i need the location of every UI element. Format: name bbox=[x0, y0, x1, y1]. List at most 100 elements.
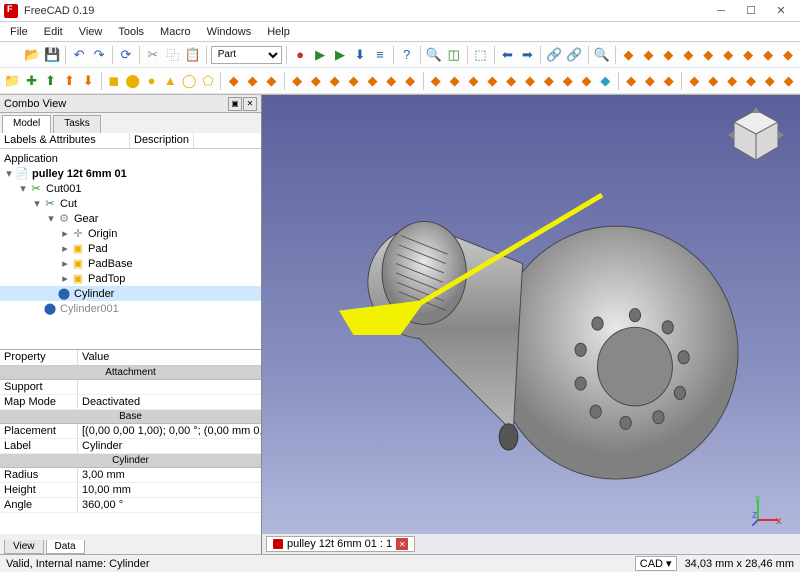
tool-rec[interactable]: ● bbox=[291, 45, 309, 65]
tool-link1[interactable]: 🔗 bbox=[545, 45, 563, 65]
tool-na[interactable]: ⬆ bbox=[42, 71, 59, 91]
tool-b3[interactable]: ◆ bbox=[659, 45, 677, 65]
prop-row-support[interactable]: Support bbox=[0, 380, 261, 395]
prop-value[interactable]: Cylinder bbox=[78, 439, 261, 453]
tool-import[interactable]: ⬇ bbox=[80, 71, 97, 91]
prop-value[interactable]: 3,00 mm bbox=[78, 468, 261, 482]
tool-b6[interactable]: ◆ bbox=[719, 45, 737, 65]
prop-value[interactable] bbox=[78, 380, 261, 394]
tree-node-pad[interactable]: ▸▣Pad bbox=[0, 241, 261, 256]
3d-viewport[interactable]: y x z pulley 12t 6mm 01 : 1 ✕ bbox=[262, 95, 800, 554]
tool-i6[interactable]: ◆ bbox=[780, 71, 797, 91]
tree-node-padbase[interactable]: ▸▣PadBase bbox=[0, 256, 261, 271]
tool-b8[interactable]: ◆ bbox=[759, 45, 777, 65]
tool-f5[interactable]: ◆ bbox=[383, 71, 400, 91]
tool-h1[interactable]: ◆ bbox=[623, 71, 640, 91]
tree-root[interactable]: Application bbox=[0, 151, 261, 166]
tool-copy[interactable]: ⿻ bbox=[164, 45, 182, 65]
tool-b9[interactable]: ◆ bbox=[779, 45, 797, 65]
tool-folder[interactable]: 📁 bbox=[3, 71, 21, 91]
tree-node-cylinder001[interactable]: ⬤Cylinder001 bbox=[0, 301, 261, 316]
tool-whatsthis[interactable]: ? bbox=[398, 45, 416, 65]
prop-row-angle[interactable]: Angle360,00 ° bbox=[0, 498, 261, 513]
tool-s-cyl[interactable]: ⬤ bbox=[124, 71, 141, 91]
tool-b7[interactable]: ◆ bbox=[739, 45, 757, 65]
tool-i2[interactable]: ◆ bbox=[705, 71, 722, 91]
panel-close-button[interactable]: ✕ bbox=[243, 97, 257, 111]
model-tree[interactable]: Application ▾📄pulley 12t 6mm 01▾✂Cut001▾… bbox=[0, 149, 261, 349]
tool-s-prism[interactable]: ⬠ bbox=[200, 71, 217, 91]
tool-f6[interactable]: ◆ bbox=[402, 71, 419, 91]
tool-open[interactable]: 📂 bbox=[23, 45, 41, 65]
tool-c1[interactable]: ◆ bbox=[225, 71, 242, 91]
prop-row-map-mode[interactable]: Map ModeDeactivated bbox=[0, 395, 261, 410]
tool-g1[interactable]: ◆ bbox=[427, 71, 444, 91]
tree-twisty-icon[interactable]: ▾ bbox=[4, 167, 14, 180]
tool-macros[interactable]: ≡ bbox=[371, 45, 389, 65]
tab-tasks[interactable]: Tasks bbox=[53, 115, 101, 133]
menu-help[interactable]: Help bbox=[259, 26, 298, 38]
prop-row-placement[interactable]: Placement[(0,00 0,00 1,00); 0,00 °; (0,0… bbox=[0, 424, 261, 439]
menu-tools[interactable]: Tools bbox=[110, 26, 152, 38]
menu-file[interactable]: File bbox=[2, 26, 36, 38]
document-tab[interactable]: pulley 12t 6mm 01 : 1 ✕ bbox=[266, 536, 415, 552]
tool-g4[interactable]: ◆ bbox=[484, 71, 501, 91]
tree-twisty-icon[interactable]: ▾ bbox=[32, 197, 42, 210]
tool-g3[interactable]: ◆ bbox=[465, 71, 482, 91]
workbench-selector[interactable]: Part bbox=[211, 46, 283, 64]
prop-value[interactable]: 10,00 mm bbox=[78, 483, 261, 497]
nav-style-indicator[interactable]: CAD ▾ bbox=[635, 556, 677, 571]
tool-magnify[interactable]: 🔍 bbox=[425, 45, 443, 65]
tree-node-origin[interactable]: ▸✛Origin bbox=[0, 226, 261, 241]
tree-node-cylinder[interactable]: ⬤Cylinder bbox=[0, 286, 261, 301]
tool-c3[interactable]: ◆ bbox=[263, 71, 280, 91]
maximize-button[interactable]: ☐ bbox=[736, 2, 766, 20]
prop-value[interactable]: [(0,00 0,00 1,00); 0,00 °; (0,00 mm 0,00… bbox=[78, 424, 261, 438]
tool-paste[interactable]: 📋 bbox=[184, 45, 202, 65]
tool-g7[interactable]: ◆ bbox=[540, 71, 557, 91]
tree-node-padtop[interactable]: ▸▣PadTop bbox=[0, 271, 261, 286]
tool-refresh[interactable]: ⟳ bbox=[117, 45, 135, 65]
tool-new2[interactable]: ✚ bbox=[23, 71, 40, 91]
tab-data[interactable]: Data bbox=[46, 540, 85, 554]
tab-model[interactable]: Model bbox=[2, 115, 51, 133]
tool-cut[interactable]: ✂ bbox=[144, 45, 162, 65]
tool-g9[interactable]: ◆ bbox=[578, 71, 595, 91]
tree-twisty-icon[interactable]: ▾ bbox=[18, 182, 28, 195]
tool-debug[interactable]: ⬇ bbox=[351, 45, 369, 65]
tool-save[interactable]: 💾 bbox=[43, 45, 61, 65]
tool-redo[interactable]: ↷ bbox=[90, 45, 108, 65]
tool-g10[interactable]: ◆ bbox=[597, 71, 614, 91]
close-button[interactable]: ✕ bbox=[766, 2, 796, 20]
tool-l-arrow[interactable]: ⬅ bbox=[498, 45, 516, 65]
tree-twisty-icon[interactable]: ▸ bbox=[60, 272, 70, 285]
tool-c2[interactable]: ◆ bbox=[244, 71, 261, 91]
menu-windows[interactable]: Windows bbox=[199, 26, 260, 38]
tool-f1[interactable]: ◆ bbox=[307, 71, 324, 91]
tool-b1[interactable]: ◆ bbox=[620, 45, 638, 65]
tool-i1[interactable]: ◆ bbox=[686, 71, 703, 91]
document-tab-close-icon[interactable]: ✕ bbox=[396, 538, 408, 550]
panel-float-button[interactable]: ▣ bbox=[228, 97, 242, 111]
menu-macro[interactable]: Macro bbox=[152, 26, 199, 38]
tool-i5[interactable]: ◆ bbox=[761, 71, 778, 91]
tool-f3[interactable]: ◆ bbox=[345, 71, 362, 91]
prop-row-radius[interactable]: Radius3,00 mm bbox=[0, 468, 261, 483]
tool-i4[interactable]: ◆ bbox=[743, 71, 760, 91]
tool-stop[interactable]: ▶ bbox=[311, 45, 329, 65]
tool-box[interactable]: ◫ bbox=[445, 45, 463, 65]
tool-g8[interactable]: ◆ bbox=[559, 71, 576, 91]
prop-row-label[interactable]: LabelCylinder bbox=[0, 439, 261, 454]
tool-s-tor[interactable]: ◯ bbox=[181, 71, 198, 91]
tab-view[interactable]: View bbox=[4, 540, 44, 554]
tool-b4[interactable]: ◆ bbox=[679, 45, 697, 65]
tool-play[interactable]: ▶ bbox=[331, 45, 349, 65]
tool-export[interactable]: ⬆ bbox=[61, 71, 78, 91]
tree-twisty-icon[interactable]: ▾ bbox=[46, 212, 56, 225]
tool-h3[interactable]: ◆ bbox=[660, 71, 677, 91]
tree-node-cut[interactable]: ▾✂Cut bbox=[0, 196, 261, 211]
tree-node-cut001[interactable]: ▾✂Cut001 bbox=[0, 181, 261, 196]
tool-f0[interactable]: ◆ bbox=[289, 71, 306, 91]
minimize-button[interactable]: ─ bbox=[706, 2, 736, 20]
tree-twisty-icon[interactable]: ▸ bbox=[60, 242, 70, 255]
